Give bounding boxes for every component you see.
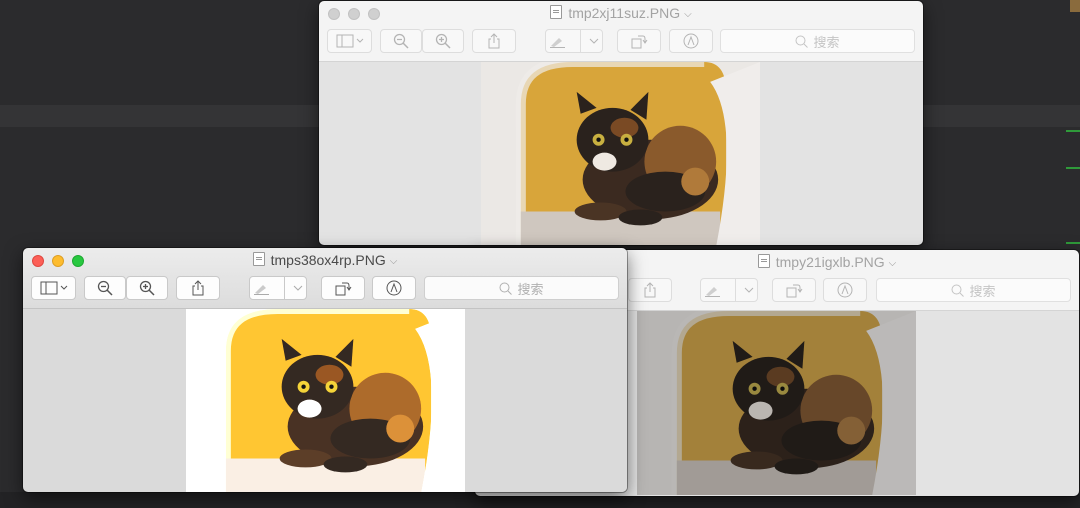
image-canvas[interactable]	[23, 309, 627, 492]
zoom-in-button[interactable]	[422, 29, 464, 53]
search-field[interactable]: 搜索	[424, 276, 619, 300]
highlighter-icon	[254, 285, 269, 295]
zoom-out-icon	[97, 280, 113, 296]
highlighter-icon	[550, 38, 565, 48]
window-title[interactable]: tmp2xj11suz.PNG ⌵	[319, 5, 923, 21]
magnifier-icon	[499, 282, 513, 295]
sidebar-icon	[40, 281, 67, 295]
rotate-button[interactable]	[617, 29, 661, 53]
window-titlebar[interactable]: tmp2xj11suz.PNG ⌵ 搜索	[319, 1, 923, 62]
search-placeholder: 搜索	[813, 34, 840, 50]
chevron-down-icon[interactable]: ⌵	[390, 256, 398, 267]
document-icon	[252, 252, 265, 266]
highlight-button[interactable]	[249, 276, 307, 300]
search-placeholder: 搜索	[517, 281, 544, 297]
rotate-icon	[631, 35, 648, 49]
search-placeholder: 搜索	[969, 283, 996, 299]
window-titlebar[interactable]: tmps38ox4rp.PNG ⌵ 搜索	[23, 248, 627, 309]
share-button[interactable]	[628, 278, 672, 302]
rotate-icon	[335, 282, 352, 296]
zoom-out-button[interactable]	[84, 276, 126, 300]
chevron-down-icon	[293, 285, 303, 291]
window-title[interactable]: tmps38ox4rp.PNG ⌵	[23, 252, 627, 268]
desktop-edge-marker	[1066, 242, 1080, 244]
markup-icon	[837, 282, 853, 298]
share-icon	[488, 33, 500, 49]
desktop-edge-marker	[1070, 0, 1080, 12]
markup-button[interactable]	[372, 276, 416, 300]
magnifier-icon	[951, 284, 965, 297]
image-canvas[interactable]	[319, 62, 923, 245]
cat-photo	[481, 62, 760, 245]
highlighter-icon	[705, 287, 720, 297]
share-icon	[644, 282, 656, 298]
document-icon	[757, 254, 770, 268]
zoom-in-icon	[435, 33, 451, 49]
sidebar-button[interactable]	[327, 29, 372, 53]
chevron-down-icon[interactable]: ⌵	[889, 258, 897, 269]
highlight-button[interactable]	[545, 29, 603, 53]
preview-window-back[interactable]: tmp2xj11suz.PNG ⌵ 搜索	[319, 1, 923, 245]
share-button[interactable]	[472, 29, 516, 53]
zoom-out-button[interactable]	[380, 29, 422, 53]
desktop-edge-marker	[1066, 130, 1080, 132]
chevron-down-icon	[589, 38, 599, 44]
zoom-out-icon	[393, 33, 409, 49]
cat-photo	[186, 309, 465, 492]
share-icon	[192, 280, 204, 296]
rotate-button[interactable]	[321, 276, 365, 300]
zoom-in-button[interactable]	[126, 276, 168, 300]
document-icon	[550, 5, 563, 19]
zoom-in-icon	[139, 280, 155, 296]
sidebar-button[interactable]	[31, 276, 76, 300]
search-field[interactable]: 搜索	[876, 278, 1071, 302]
window-title-text: tmp2xj11suz.PNG	[568, 5, 681, 21]
highlight-button[interactable]	[700, 278, 758, 302]
window-title-text: tmpy21igxlb.PNG	[775, 254, 885, 270]
share-button[interactable]	[176, 276, 220, 300]
sidebar-icon	[336, 34, 363, 48]
preview-window-front[interactable]: tmps38ox4rp.PNG ⌵ 搜索	[23, 248, 627, 492]
markup-icon	[683, 33, 699, 49]
markup-button[interactable]	[669, 29, 713, 53]
cat-photo	[637, 311, 916, 495]
chevron-down-icon[interactable]: ⌵	[684, 9, 692, 20]
markup-button[interactable]	[823, 278, 867, 302]
search-field[interactable]: 搜索	[720, 29, 915, 53]
window-title[interactable]: tmpy21igxlb.PNG ⌵	[575, 254, 1079, 270]
markup-icon	[386, 280, 402, 296]
rotate-icon	[786, 284, 803, 298]
window-title-text: tmps38ox4rp.PNG	[270, 252, 386, 268]
chevron-down-icon	[744, 287, 754, 293]
rotate-button[interactable]	[772, 278, 816, 302]
magnifier-icon	[795, 35, 809, 48]
desktop-edge-marker	[1066, 167, 1080, 169]
